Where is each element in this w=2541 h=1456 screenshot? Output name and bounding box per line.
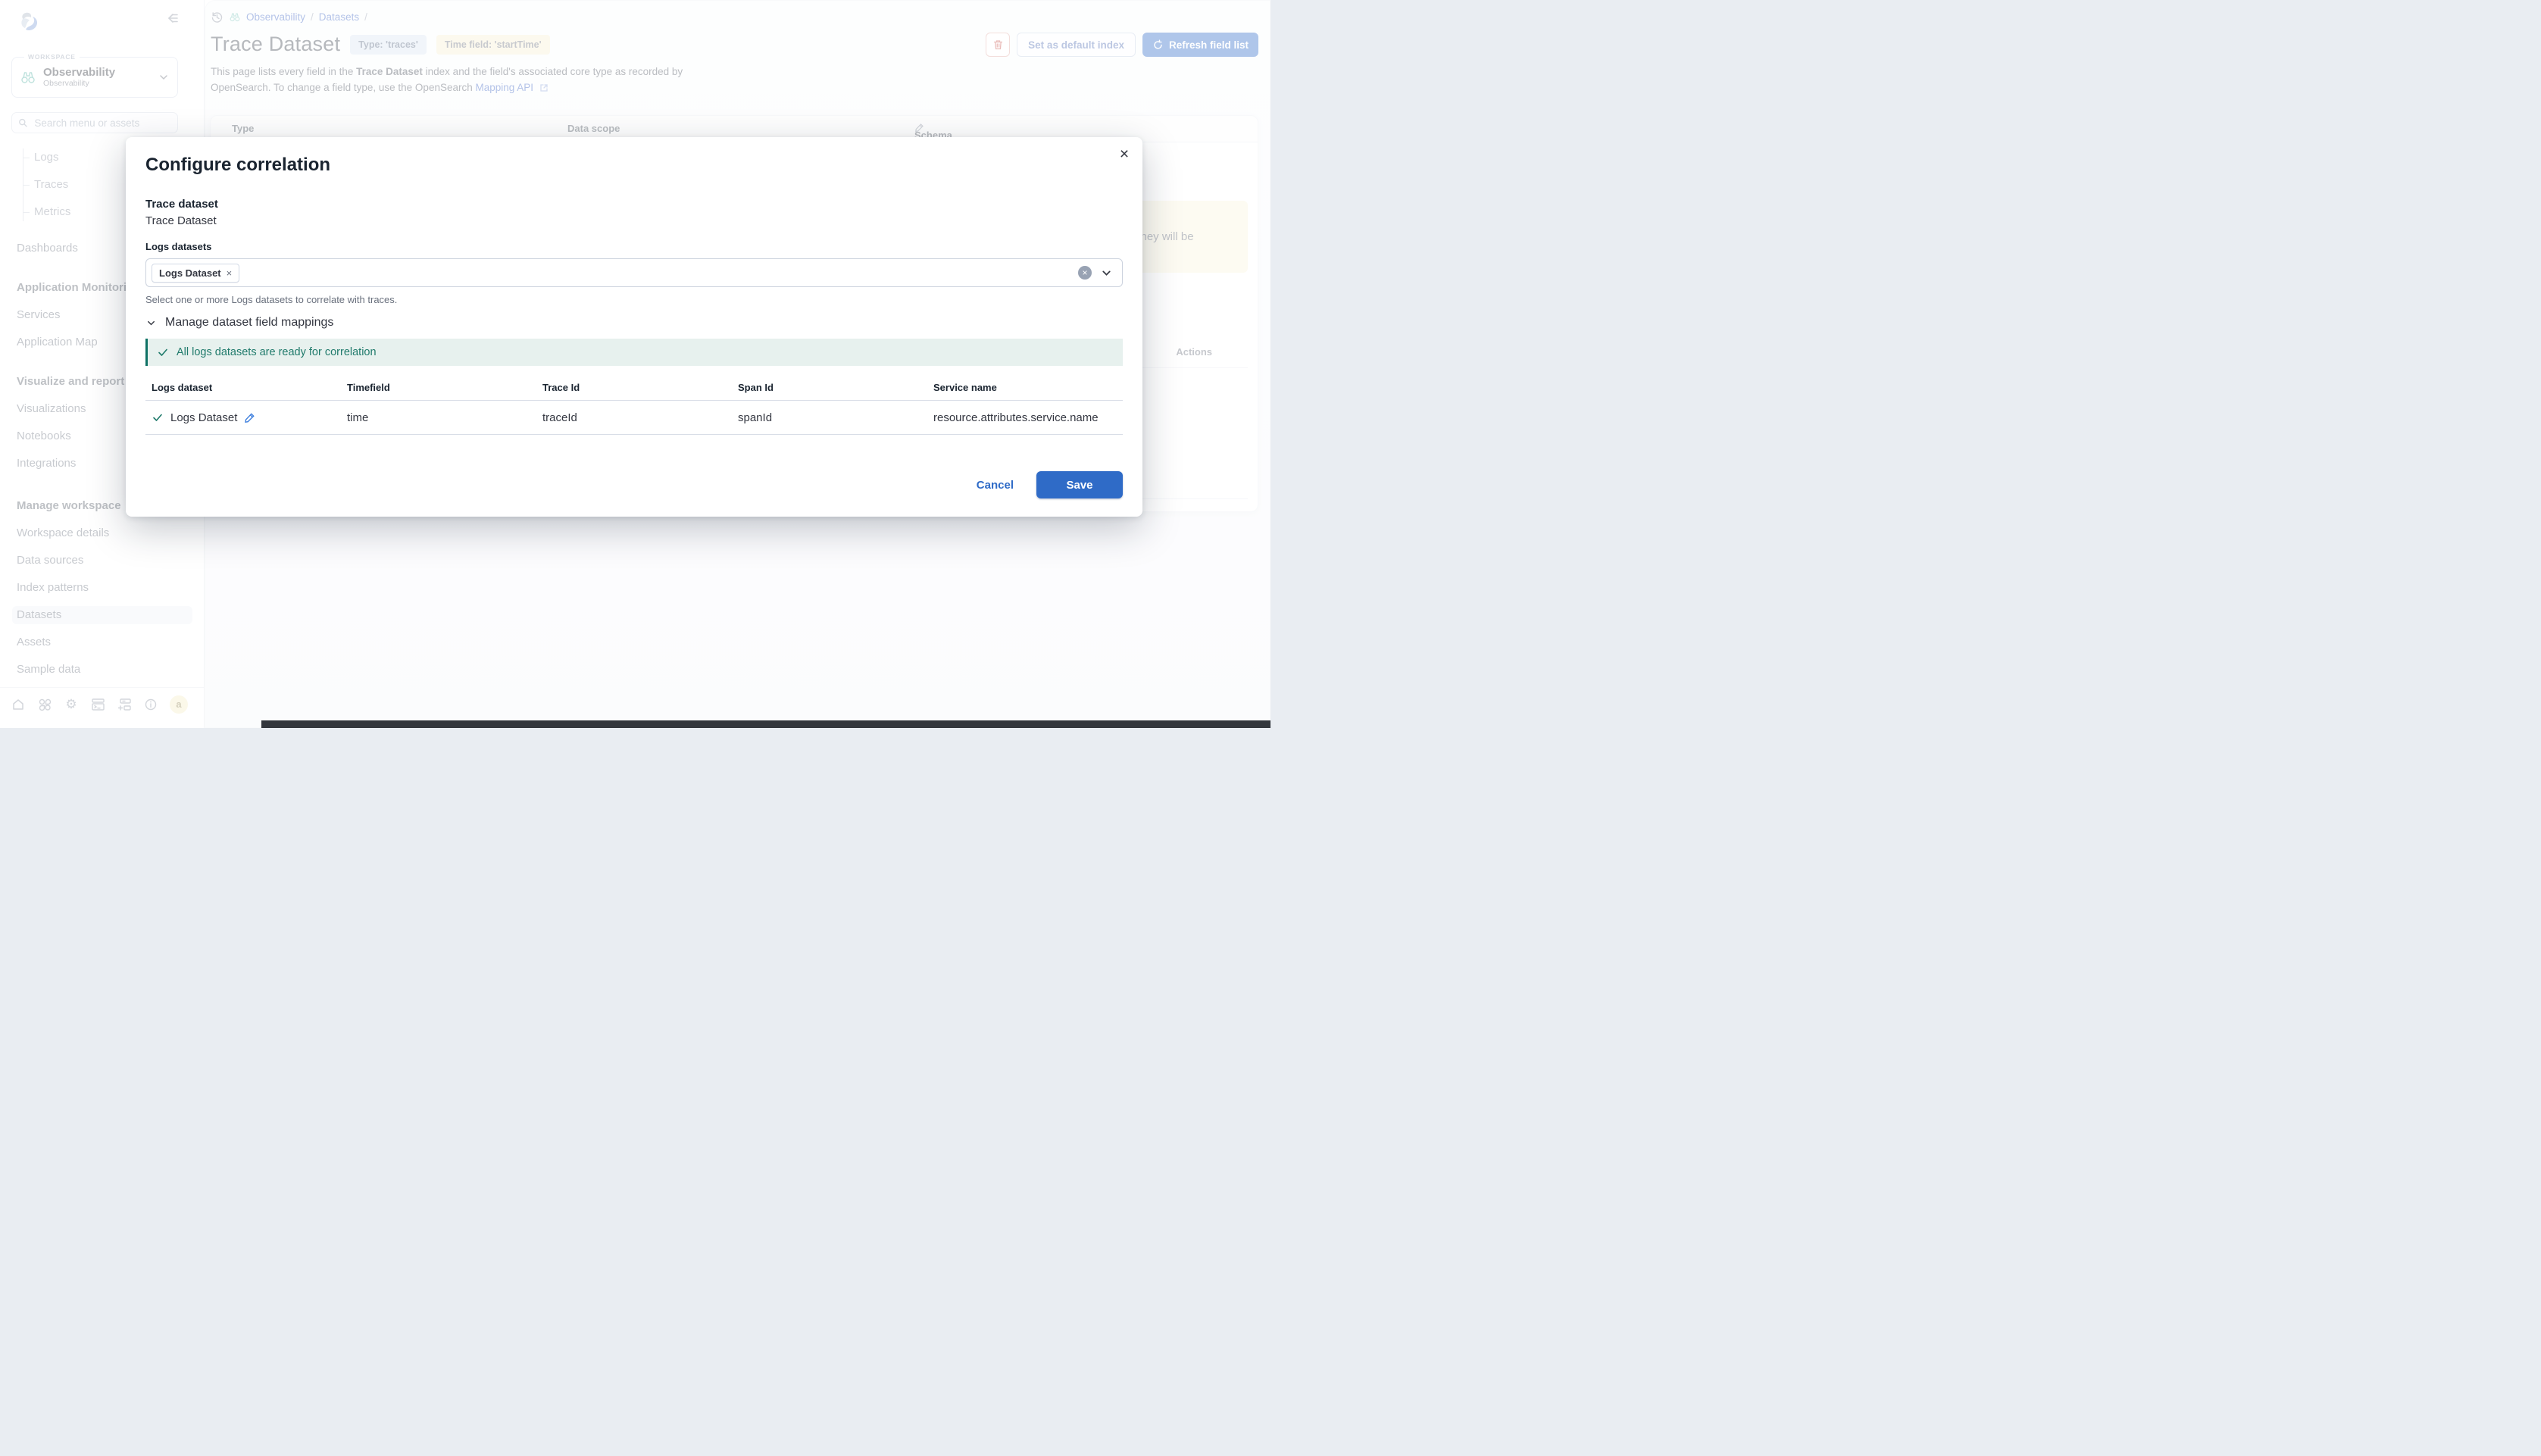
combobox-controls: × bbox=[1078, 266, 1113, 280]
cell-span-id: spanId bbox=[732, 401, 927, 434]
row-dataset-label: Logs Dataset bbox=[170, 411, 237, 424]
header-span-id: Span Id bbox=[732, 376, 927, 400]
cell-timefield: time bbox=[341, 401, 536, 434]
logs-datasets-helper: Select one or more Logs datasets to corr… bbox=[145, 293, 1123, 306]
header-logs-dataset: Logs dataset bbox=[145, 376, 341, 400]
chevron-down-icon bbox=[145, 317, 157, 329]
selected-dataset-pill[interactable]: Logs Dataset × bbox=[152, 264, 239, 283]
bottom-dark-bar bbox=[261, 720, 1270, 728]
modal-footer: Cancel Save bbox=[977, 471, 1123, 498]
app-screen: WORKSPACE Observability Observability Lo… bbox=[0, 0, 1270, 728]
cell-logs-dataset: Logs Dataset bbox=[145, 401, 341, 434]
mappings-table-header: Logs dataset Timefield Trace Id Span Id … bbox=[145, 376, 1123, 401]
manage-mappings-accordion[interactable]: Manage dataset field mappings bbox=[145, 316, 1123, 330]
edit-pencil-icon[interactable] bbox=[244, 412, 255, 423]
cell-trace-id: traceId bbox=[536, 401, 732, 434]
save-button[interactable]: Save bbox=[1036, 471, 1123, 498]
success-callout: All logs datasets are ready for correlat… bbox=[145, 339, 1123, 366]
trace-dataset-value: Trace Dataset bbox=[145, 214, 1123, 228]
modal-title: Configure correlation bbox=[145, 154, 1123, 177]
check-icon bbox=[157, 346, 169, 358]
chevron-down-icon[interactable] bbox=[1100, 267, 1113, 280]
header-service-name: Service name bbox=[927, 376, 1123, 400]
header-timefield: Timefield bbox=[341, 376, 536, 400]
accordion-label: Manage dataset field mappings bbox=[165, 316, 333, 330]
header-trace-id: Trace Id bbox=[536, 376, 732, 400]
cell-service-name: resource.attributes.service.name bbox=[927, 401, 1123, 434]
trace-dataset-heading: Trace dataset bbox=[145, 197, 1123, 211]
configure-correlation-modal: × Configure correlation Trace dataset Tr… bbox=[126, 137, 1142, 517]
table-row: Logs Dataset time traceId spanId resourc… bbox=[145, 401, 1123, 435]
close-icon[interactable]: × bbox=[1114, 143, 1135, 164]
logs-datasets-combobox[interactable]: Logs Dataset × × bbox=[145, 258, 1123, 287]
check-icon bbox=[152, 411, 164, 423]
cancel-button[interactable]: Cancel bbox=[977, 479, 1014, 492]
clear-selection-icon[interactable]: × bbox=[1078, 266, 1092, 280]
mappings-table: Logs dataset Timefield Trace Id Span Id … bbox=[145, 376, 1123, 435]
pill-label: Logs Dataset bbox=[159, 267, 221, 279]
logs-datasets-label: Logs datasets bbox=[145, 240, 1123, 253]
remove-pill-icon[interactable]: × bbox=[227, 267, 233, 279]
success-message: All logs datasets are ready for correlat… bbox=[177, 346, 377, 358]
